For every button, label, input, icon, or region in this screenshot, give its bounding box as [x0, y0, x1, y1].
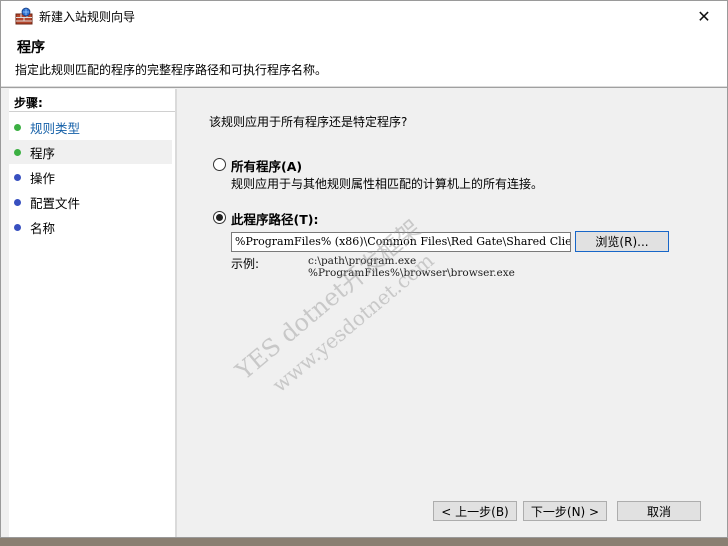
sidebar-item-label: 名称 — [30, 220, 56, 236]
sidebar-item-label: 操作 — [30, 170, 56, 186]
desktop-background-strip — [0, 538, 728, 546]
sidebar-item-label[interactable]: 规则类型 — [30, 118, 80, 137]
sidebar-item-action: 操作 — [9, 165, 172, 189]
step-current-dot-icon — [14, 148, 21, 156]
wizard-header: 程序 指定此规则匹配的程序的完整程序路径和可执行程序名称。 — [1, 31, 727, 87]
all-programs-label[interactable]: 所有程序(A) — [231, 156, 302, 175]
this-program-radio[interactable] — [213, 211, 226, 224]
all-programs-description: 规则应用于与其他规则属性相匹配的计算机上的所有连接。 — [231, 177, 544, 191]
this-program-label[interactable]: 此程序路径(T): — [231, 209, 318, 228]
title-bar: 新建入站规则向导 ✕ — [1, 1, 727, 31]
program-path-input[interactable]: %ProgramFiles% (x86)\Common Files\Red Ga… — [231, 232, 571, 252]
sidebar-item-name: 名称 — [9, 215, 172, 239]
steps-heading: 步骤: — [14, 96, 43, 110]
step-pending-dot-icon — [14, 173, 21, 181]
example-line: c:\path\program.exe — [308, 255, 417, 267]
header-divider — [1, 87, 727, 88]
wizard-window: 新建入站规则向导 ✕ 程序 指定此规则匹配的程序的完整程序路径和可执行程序名称。… — [0, 0, 728, 538]
sidebar-item-rule-type[interactable]: 规则类型 — [9, 115, 172, 139]
sidebar-item-label: 配置文件 — [30, 195, 81, 211]
step-pending-dot-icon — [14, 198, 21, 206]
sidebar-item-profile: 配置文件 — [9, 190, 172, 214]
window-title: 新建入站规则向导 — [39, 10, 136, 24]
example-label: 示例: — [231, 257, 260, 271]
example-line: %ProgramFiles%\browser\browser.exe — [308, 267, 515, 279]
page-title: 程序 — [17, 40, 45, 56]
step-done-dot-icon — [14, 123, 21, 131]
scope-question: 该规则应用于所有程序还是特定程序? — [209, 115, 408, 129]
step-pending-dot-icon — [14, 223, 21, 231]
browse-button[interactable]: 浏览(R)... — [575, 231, 669, 252]
steps-sidebar: 步骤: 规则类型 程序 操作 配置文件 名称 — [9, 89, 175, 537]
close-icon[interactable]: ✕ — [681, 1, 727, 31]
next-button[interactable]: 下一步(N) > — [523, 501, 607, 521]
steps-divider — [9, 111, 175, 112]
page-description: 指定此规则匹配的程序的完整程序路径和可执行程序名称。 — [15, 63, 328, 77]
wizard-content: 该规则应用于所有程序还是特定程序? 所有程序(A) 规则应用于与其他规则属性相匹… — [177, 89, 727, 537]
sidebar-item-program[interactable]: 程序 — [9, 140, 172, 164]
firewall-app-icon — [15, 7, 33, 25]
all-programs-radio[interactable] — [213, 158, 226, 171]
back-button[interactable]: < 上一步(B) — [433, 501, 517, 521]
cancel-button[interactable]: 取消 — [617, 501, 701, 521]
sidebar-item-label: 程序 — [30, 145, 56, 161]
